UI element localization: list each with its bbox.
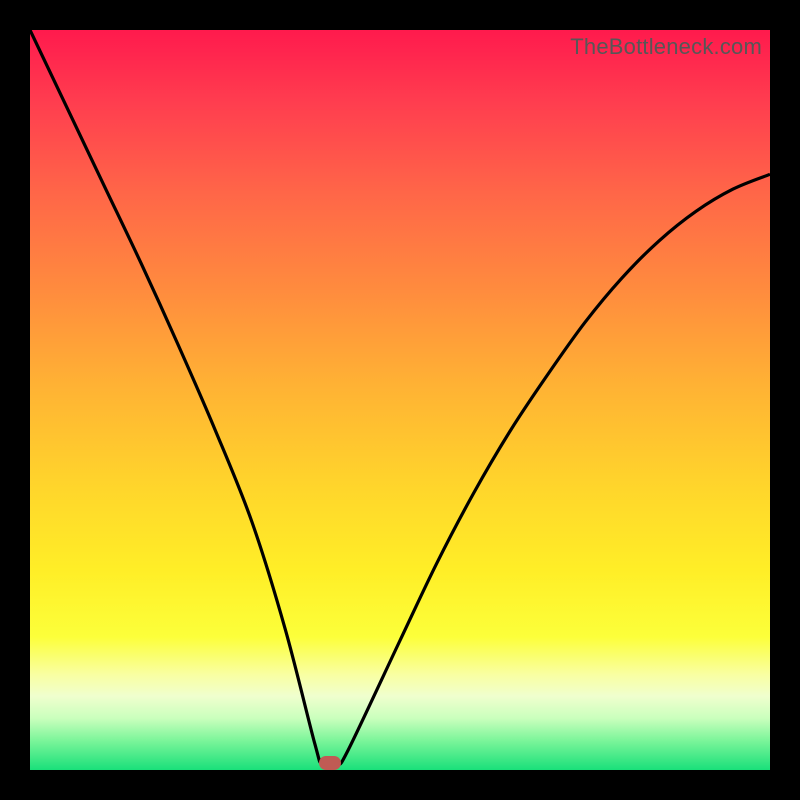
plot-area: TheBottleneck.com <box>30 30 770 770</box>
optimum-marker <box>319 756 341 770</box>
chart-frame: TheBottleneck.com <box>0 0 800 800</box>
bottleneck-curve <box>30 30 770 770</box>
